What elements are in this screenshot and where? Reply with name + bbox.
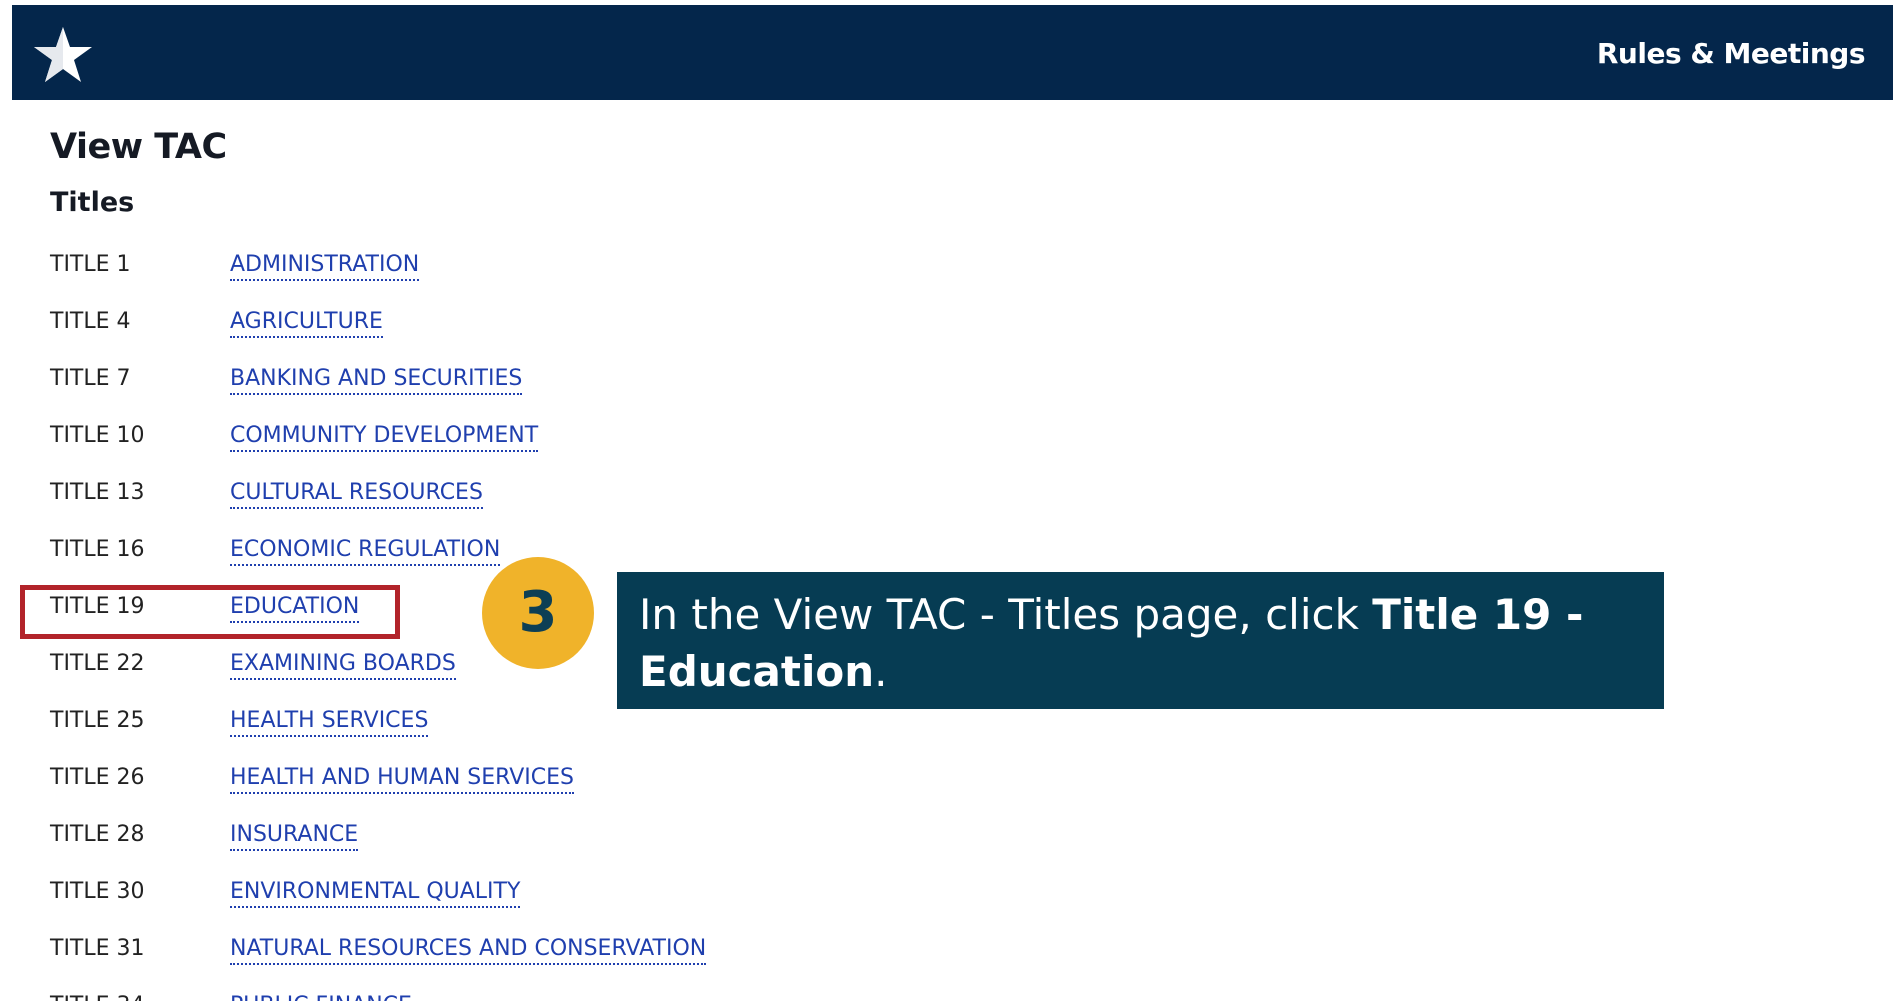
callout-text-end: . bbox=[874, 647, 888, 696]
title-row: TITLE 34 PUBLIC FINANCE bbox=[50, 992, 706, 1001]
title-link-agriculture[interactable]: AGRICULTURE bbox=[230, 308, 383, 338]
title-link-economic-regulation[interactable]: ECONOMIC REGULATION bbox=[230, 536, 501, 566]
title-number: TITLE 28 bbox=[50, 822, 145, 847]
title-row: TITLE 1 ADMINISTRATION bbox=[50, 251, 706, 308]
title-number: TITLE 7 bbox=[50, 366, 131, 391]
title-row: TITLE 28 INSURANCE bbox=[50, 821, 706, 878]
site-header: Rules & Meetings bbox=[12, 5, 1893, 100]
title-link-community-development[interactable]: COMMUNITY DEVELOPMENT bbox=[230, 422, 539, 452]
highlight-box-title-19 bbox=[20, 585, 400, 639]
callout-text: In the View TAC - Titles page, click bbox=[639, 590, 1373, 639]
title-number: TITLE 34 bbox=[50, 992, 230, 1001]
nav-rules-meetings[interactable]: Rules & Meetings bbox=[1597, 37, 1866, 70]
title-row: TITLE 31 NATURAL RESOURCES AND CONSERVAT… bbox=[50, 935, 707, 992]
page-title: View TAC bbox=[50, 127, 227, 167]
title-row: TITLE 30 ENVIRONMENTAL QUALITY bbox=[50, 878, 706, 935]
title-number: TITLE 25 bbox=[50, 708, 145, 733]
title-row: TITLE 22 EXAMINING BOARDS bbox=[50, 650, 706, 707]
title-link-natural-resources[interactable]: NATURAL RESOURCES AND CONSERVATION bbox=[230, 935, 707, 965]
title-row: TITLE 4 AGRICULTURE bbox=[50, 308, 706, 365]
title-row: TITLE 10 COMMUNITY DEVELOPMENT bbox=[50, 422, 706, 479]
title-link-cultural-resources[interactable]: CULTURAL RESOURCES bbox=[230, 479, 483, 509]
title-link-banking-securities[interactable]: BANKING AND SECURITIES bbox=[230, 365, 523, 395]
title-link-public-finance[interactable]: PUBLIC FINANCE bbox=[230, 992, 412, 1001]
title-number: TITLE 30 bbox=[50, 879, 145, 904]
title-number: TITLE 22 bbox=[50, 651, 145, 676]
title-row: TITLE 7 BANKING AND SECURITIES bbox=[50, 365, 706, 422]
title-number: TITLE 31 bbox=[50, 936, 145, 961]
title-row: TITLE 26 HEALTH AND HUMAN SERVICES bbox=[50, 764, 706, 821]
title-link-environmental-quality[interactable]: ENVIRONMENTAL QUALITY bbox=[230, 878, 521, 908]
title-number: TITLE 4 bbox=[50, 309, 131, 334]
title-row: TITLE 13 CULTURAL RESOURCES bbox=[50, 479, 706, 536]
title-row: TITLE 25 HEALTH SERVICES bbox=[50, 707, 706, 764]
texas-star-logo[interactable] bbox=[32, 25, 94, 87]
title-number: TITLE 10 bbox=[50, 423, 145, 448]
page-frame: Rules & Meetings View TAC Titles TITLE 1… bbox=[12, 5, 1893, 1001]
step-badge: 3 bbox=[482, 557, 594, 669]
title-link-examining-boards[interactable]: EXAMINING BOARDS bbox=[230, 650, 456, 680]
section-title: Titles bbox=[50, 187, 135, 218]
title-number: TITLE 13 bbox=[50, 480, 145, 505]
title-number: TITLE 26 bbox=[50, 765, 145, 790]
title-link-health-services[interactable]: HEALTH SERVICES bbox=[230, 707, 429, 737]
title-link-administration[interactable]: ADMINISTRATION bbox=[230, 251, 420, 281]
title-number: TITLE 1 bbox=[50, 252, 131, 277]
title-link-insurance[interactable]: INSURANCE bbox=[230, 821, 359, 851]
title-link-health-human-services[interactable]: HEALTH AND HUMAN SERVICES bbox=[230, 764, 574, 794]
title-number: TITLE 16 bbox=[50, 537, 145, 562]
instruction-callout: In the View TAC - Titles page, click Tit… bbox=[617, 572, 1664, 709]
